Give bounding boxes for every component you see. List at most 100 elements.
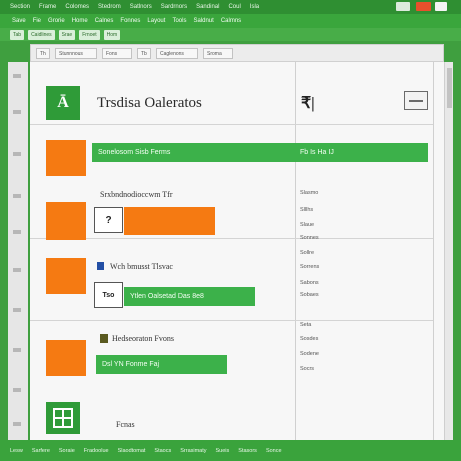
toolbar-button[interactable]: Th	[36, 47, 50, 59]
status-item[interactable]: Sarfere	[32, 448, 50, 454]
toolbar-button[interactable]: Sroma	[203, 47, 233, 59]
green-bar-3[interactable]: Dsl YN Fonme Faj	[96, 355, 227, 374]
minimize-button[interactable]	[396, 2, 410, 11]
ribbon-item[interactable]: Fonnes	[120, 18, 140, 24]
ribbon-menu: Save Fie Grorie Home Calnes Fonnes Layou…	[0, 14, 461, 28]
titlebar-item[interactable]: Satlnors	[130, 4, 152, 10]
ribbon-item[interactable]: Calmns	[221, 18, 241, 24]
tab[interactable]: Frnoet	[79, 29, 100, 40]
ribbon-item[interactable]: Layout	[147, 18, 165, 24]
close-button[interactable]	[416, 2, 431, 11]
titlebar-item[interactable]: Sardrnors	[161, 4, 187, 10]
sheet-grid	[53, 408, 73, 428]
green-bar-2[interactable]: Ytlen Oalsetad Das 8e8	[124, 287, 255, 306]
status-item[interactable]: Sonce	[266, 448, 282, 454]
right-col-text: Sobaes	[300, 292, 319, 298]
tab[interactable]: Tab	[10, 29, 25, 40]
rail-marker	[13, 308, 21, 312]
menu-bar	[409, 100, 423, 102]
rail-marker	[13, 194, 21, 198]
tab-strip: Tab Caidlines Srae Frnoet Hom	[0, 28, 461, 41]
row-divider	[30, 124, 433, 125]
right-col-text: Sodene	[300, 351, 319, 357]
toolbar-button[interactable]: Tb	[137, 47, 151, 59]
green-bar-1[interactable]: Sonelosom Sisb Ferms Fb Is Ha IJ	[92, 143, 428, 162]
note-icon	[100, 334, 108, 343]
status-item[interactable]: Fradoolue	[84, 448, 109, 454]
app-logo: Ā	[46, 86, 80, 120]
ribbon-item[interactable]: Calnes	[95, 18, 114, 24]
row-divider	[30, 320, 433, 321]
currency-icon: ₹|	[301, 95, 315, 112]
row-header-rail	[8, 62, 28, 440]
rail-marker	[13, 230, 21, 234]
titlebar-item[interactable]: Colomes	[65, 4, 89, 10]
titlebar-item[interactable]: Section	[10, 4, 30, 10]
title-bar: Section Frame Colomes Stedrom Satlnors S…	[0, 0, 461, 14]
ribbon-item[interactable]: Saldnut	[193, 18, 213, 24]
right-col-text: Sosdes	[300, 336, 319, 342]
right-col-text: Sabons	[300, 280, 319, 286]
tool-icon[interactable]: Tso	[94, 282, 123, 308]
orange-swatch	[46, 140, 86, 176]
right-col-text: Slaue	[300, 222, 315, 228]
logo-letter: Ā	[57, 94, 69, 111]
column-divider	[295, 62, 296, 440]
status-item[interactable]: Staocs	[154, 448, 171, 454]
column-divider	[433, 62, 434, 440]
titlebar-item[interactable]: Stedrom	[98, 4, 121, 10]
question-glyph: ?	[105, 214, 112, 226]
status-item[interactable]: Slaodtomat	[118, 448, 146, 454]
orange-swatch	[46, 258, 86, 294]
tab[interactable]: Hom	[103, 29, 121, 40]
scrollbar-thumb[interactable]	[447, 68, 452, 108]
orange-bar[interactable]	[124, 207, 215, 235]
main-canvas: Ā Trsdisa Oaleratos ₹| Sonelosom Sisb Fe…	[30, 62, 444, 441]
toolbar-button[interactable]: Fons	[102, 47, 132, 59]
status-item[interactable]: Lesw	[10, 448, 23, 454]
orange-swatch	[46, 340, 86, 376]
toolbar: Th Stunnnous Fons Tb Caglenons Sroma	[30, 44, 444, 62]
status-item[interactable]: Soraie	[59, 448, 75, 454]
footer-label: Fcnas	[116, 420, 135, 429]
orange-swatch	[46, 202, 86, 240]
rail-marker	[13, 268, 21, 272]
rail-marker	[13, 110, 21, 114]
row-label: Srxbndnodioccwm Tfr	[100, 190, 173, 199]
ribbon-item[interactable]: Save	[12, 18, 26, 24]
row-divider	[30, 238, 433, 239]
row-label: Wch bmusst Tlsvac	[110, 262, 173, 271]
maximize-button[interactable]	[435, 2, 447, 11]
titlebar-item[interactable]: Sandinal	[196, 4, 219, 10]
vertical-scrollbar[interactable]	[444, 62, 453, 440]
green-bar-text: Sonelosom Sisb Ferms	[98, 149, 171, 156]
ribbon-item[interactable]: Home	[72, 18, 88, 24]
status-item[interactable]: Srrasimaty	[180, 448, 206, 454]
right-col-text: Socrs	[300, 366, 315, 372]
tab[interactable]: Caidlines	[28, 29, 55, 40]
titlebar-item[interactable]: Coul	[228, 4, 240, 10]
right-col-text: Sorrens	[300, 264, 320, 270]
page-title: Trsdisa Oaleratos	[97, 95, 202, 111]
titlebar-item[interactable]: Isla	[250, 4, 259, 10]
ribbon-item[interactable]: Tools	[172, 18, 186, 24]
status-item[interactable]: Sueis	[216, 448, 230, 454]
status-item[interactable]: Stasors	[238, 448, 257, 454]
rail-marker	[13, 422, 21, 426]
rail-marker	[13, 74, 21, 78]
right-col-text: Sonnes	[300, 235, 319, 241]
toolbar-button[interactable]: Stunnnous	[55, 47, 97, 59]
green-bar-right-text: Fb Is Ha IJ	[300, 149, 334, 156]
ribbon-item[interactable]: Grorie	[48, 18, 65, 24]
spreadsheet-icon[interactable]	[46, 402, 80, 434]
toolbar-button[interactable]: Caglenons	[156, 47, 198, 59]
question-icon[interactable]: ?	[94, 207, 123, 233]
right-col-text: Slasmo	[300, 190, 319, 196]
ribbon-item[interactable]: Fie	[33, 18, 41, 24]
right-col-text: Sollre	[300, 250, 315, 256]
menu-icon[interactable]	[404, 91, 428, 110]
titlebar-item[interactable]: Frame	[39, 4, 56, 10]
green-bar-text: Ytlen Oalsetad Das 8e8	[130, 293, 204, 300]
document-icon	[97, 262, 104, 270]
tab[interactable]: Srae	[58, 29, 76, 40]
